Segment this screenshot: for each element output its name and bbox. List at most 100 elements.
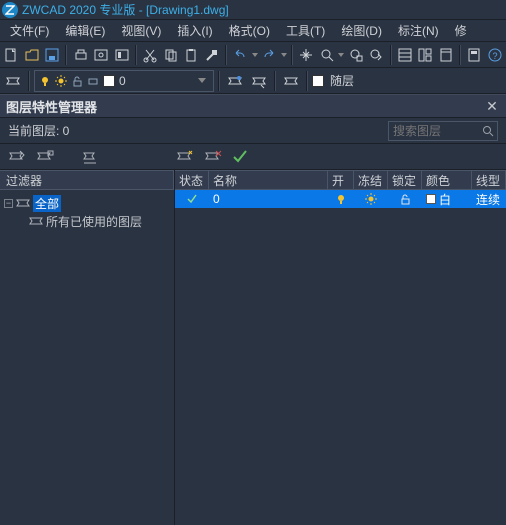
filter-header: 过滤器 <box>0 170 174 190</box>
filter-tree: − 全部 所有已使用的图层 <box>0 190 174 234</box>
panel-body: 过滤器 − 全部 所有已使用的图层 状态 名称 开 冻结 锁定 颜色 线型 <box>0 170 506 525</box>
menu-view[interactable]: 视图(V) <box>113 20 169 41</box>
new-group-filter-icon[interactable] <box>6 147 28 167</box>
help-icon[interactable]: ? <box>485 44 503 66</box>
publish-icon[interactable] <box>112 44 130 66</box>
standard-toolbar: ? <box>0 42 506 68</box>
zoom-dropdown[interactable] <box>338 44 345 66</box>
toolbar-separator <box>218 71 220 91</box>
cell-freeze[interactable] <box>354 193 388 205</box>
table-header: 状态 名称 开 冻结 锁定 颜色 线型 <box>175 170 506 190</box>
check-icon <box>186 193 198 205</box>
th-color[interactable]: 颜色 <box>422 171 472 189</box>
new-prop-filter-icon[interactable] <box>34 147 56 167</box>
tree-root-label: 全部 <box>33 195 61 212</box>
close-icon[interactable]: ✕ <box>484 98 500 114</box>
redo-icon[interactable] <box>260 44 278 66</box>
paste-icon[interactable] <box>182 44 200 66</box>
save-icon[interactable] <box>43 44 61 66</box>
menu-tools[interactable]: 工具(T) <box>278 20 333 41</box>
menu-insert[interactable]: 插入(I) <box>169 20 220 41</box>
toolbar-separator <box>390 45 392 65</box>
menu-draw[interactable]: 绘图(D) <box>333 20 390 41</box>
th-on[interactable]: 开 <box>328 171 354 189</box>
cell-on[interactable] <box>328 193 354 205</box>
chevron-down-icon[interactable] <box>195 78 209 83</box>
th-lock[interactable]: 锁定 <box>388 171 422 189</box>
sun-icon <box>55 75 67 87</box>
layer-color-swatch <box>103 75 115 87</box>
toolbar-separator <box>274 71 276 91</box>
cell-status[interactable] <box>175 193 209 205</box>
pan-icon[interactable] <box>297 44 315 66</box>
undo-icon[interactable] <box>231 44 249 66</box>
search-icon[interactable] <box>479 122 497 140</box>
layer-states-mgr-icon[interactable] <box>80 147 102 167</box>
print-icon[interactable] <box>71 44 89 66</box>
th-freeze[interactable]: 冻结 <box>354 171 388 189</box>
cell-linetype[interactable]: 连续 <box>472 191 506 208</box>
th-status[interactable]: 状态 <box>175 171 209 189</box>
layer-combo[interactable]: 0 <box>34 70 214 92</box>
tree-used-layers[interactable]: 所有已使用的图层 <box>4 212 170 230</box>
th-ltype[interactable]: 线型 <box>472 171 506 189</box>
delete-layer-icon[interactable] <box>202 147 224 167</box>
panel-toolbar <box>0 144 506 170</box>
panel-title: 图层特性管理器 <box>6 97 97 116</box>
zoom-window-icon[interactable] <box>347 44 365 66</box>
bulb-on-icon <box>335 193 347 205</box>
undo-dropdown[interactable] <box>251 44 258 66</box>
svg-text:?: ? <box>492 51 497 61</box>
match-icon[interactable] <box>202 44 220 66</box>
table-row[interactable]: 0 白 连续 <box>175 190 506 208</box>
tree-child-label: 所有已使用的图层 <box>46 213 142 230</box>
app-icon <box>2 2 18 18</box>
layer-toolbar: 0 随层 <box>0 68 506 94</box>
zoom-icon[interactable] <box>317 44 335 66</box>
bulb-on-icon <box>39 75 51 87</box>
menu-edit[interactable]: 编辑(E) <box>57 20 113 41</box>
cell-color[interactable]: 白 <box>422 191 472 208</box>
search-box[interactable] <box>388 121 498 141</box>
layer-table: 状态 名称 开 冻结 锁定 颜色 线型 0 <box>175 170 506 525</box>
toolbar-separator <box>306 71 308 91</box>
layer-states-icon[interactable] <box>224 70 246 92</box>
toolbar-separator <box>135 45 137 65</box>
color-swatch <box>426 194 436 204</box>
menu-modify[interactable]: 修 <box>447 20 475 41</box>
menu-format[interactable]: 格式(O) <box>221 20 278 41</box>
layer-iso-icon[interactable] <box>280 70 302 92</box>
design-center-icon[interactable] <box>416 44 434 66</box>
toolbar-separator <box>225 45 227 65</box>
layer-prev-icon[interactable] <box>248 70 270 92</box>
cell-lock[interactable] <box>388 193 422 205</box>
zoom-prev-icon[interactable] <box>367 44 385 66</box>
tree-root-all[interactable]: − 全部 <box>4 194 170 212</box>
layer-combo-value: 0 <box>119 74 126 88</box>
menu-bar: 文件(F) 编辑(E) 视图(V) 插入(I) 格式(O) 工具(T) 绘图(D… <box>0 20 506 42</box>
tool-palette-icon[interactable] <box>437 44 455 66</box>
layer-props-icon[interactable] <box>2 70 24 92</box>
properties-icon[interactable] <box>396 44 414 66</box>
preview-icon[interactable] <box>92 44 110 66</box>
cell-name[interactable]: 0 <box>209 192 328 206</box>
open-icon[interactable] <box>22 44 40 66</box>
calc-icon[interactable] <box>465 44 483 66</box>
redo-dropdown[interactable] <box>280 44 287 66</box>
filter-panel: 过滤器 − 全部 所有已使用的图层 <box>0 170 175 525</box>
menu-dim[interactable]: 标注(N) <box>390 20 447 41</box>
color-label: 白 <box>439 191 451 208</box>
tree-collapse-icon[interactable]: − <box>4 199 13 208</box>
cut-icon[interactable] <box>141 44 159 66</box>
menu-file[interactable]: 文件(F) <box>2 20 57 41</box>
search-input[interactable] <box>389 124 479 138</box>
copy-icon[interactable] <box>161 44 179 66</box>
th-name[interactable]: 名称 <box>209 171 328 189</box>
toolbar-separator <box>459 45 461 65</box>
filter-icon <box>28 215 44 227</box>
new-icon[interactable] <box>2 44 20 66</box>
new-layer-icon[interactable] <box>174 147 196 167</box>
set-current-icon[interactable] <box>230 147 252 167</box>
table-body: 0 白 连续 <box>175 190 506 525</box>
sun-icon <box>365 193 377 205</box>
